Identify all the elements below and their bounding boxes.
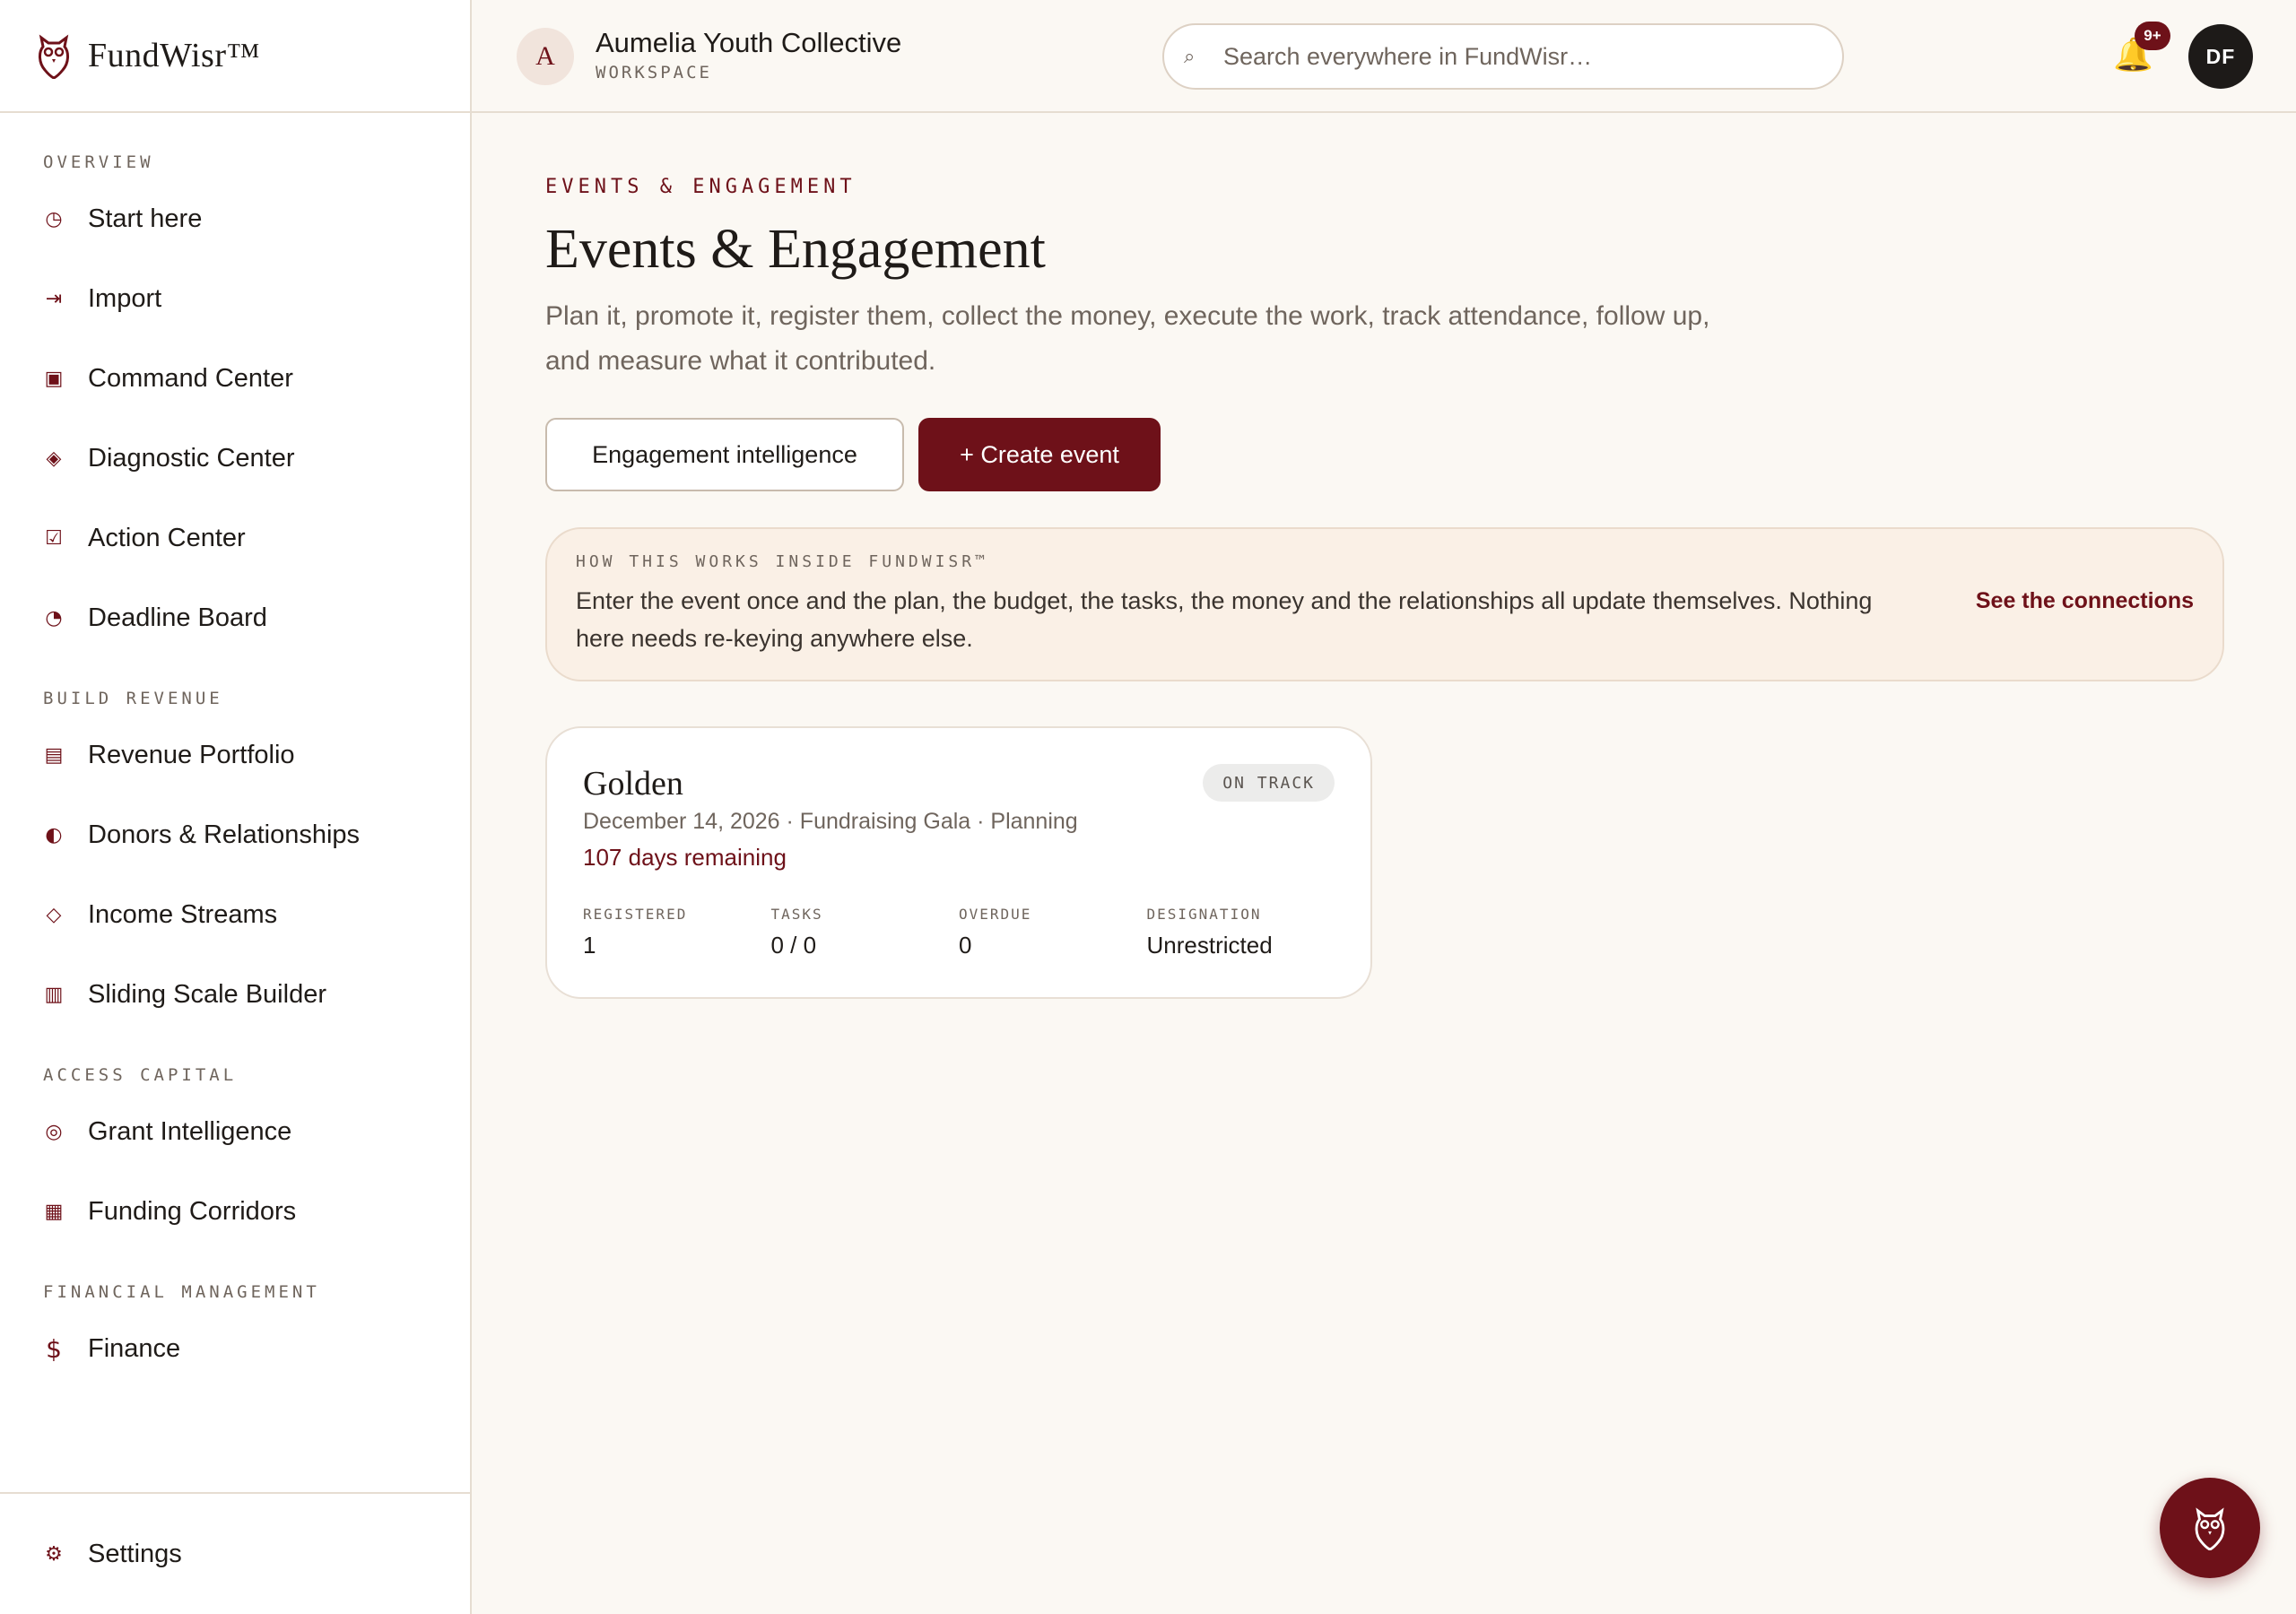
nav-heading: BUILD REVENUE	[43, 689, 223, 708]
brand[interactable]: FundWisr™	[0, 0, 470, 113]
sidebar-item-command-center[interactable]: ▣ Command Center	[0, 339, 470, 419]
sidebar-item-label: Diagnostic Center	[88, 444, 295, 473]
sidebar-item-label: Settings	[88, 1539, 182, 1568]
nav-heading: OVERVIEW	[43, 152, 154, 172]
sidebar-item-label: Funding Corridors	[88, 1197, 297, 1226]
create-event-button[interactable]: + Create event	[918, 418, 1161, 491]
assistant-fab-button[interactable]	[2160, 1478, 2260, 1578]
owl-logo-icon	[39, 34, 69, 79]
sidebar-item-finance[interactable]: $ Finance	[0, 1309, 470, 1389]
gear-icon: ⚙	[45, 1542, 63, 1566]
owl-icon	[2195, 1507, 2225, 1550]
nav-section-access-capital: ACCESS CAPITAL ◎ Grant Intelligence ▦ Fu…	[0, 1058, 470, 1252]
info-panel: HOW THIS WORKS INSIDE FUNDWISR™ Enter th…	[545, 527, 2224, 681]
half-circle-icon: ◐	[45, 824, 63, 846]
sidebar-nav: OVERVIEW ◷ Start here ⇥ Import ▣ Command…	[0, 113, 470, 1389]
sidebar-item-label: Grant Intelligence	[88, 1117, 292, 1146]
event-meta: December 14, 2026 · Fundraising Gala · P…	[583, 809, 1078, 834]
stat-designation: DESIGNATION Unrestricted	[1147, 906, 1335, 959]
sidebar-item-settings[interactable]: ⚙ Settings	[0, 1514, 182, 1594]
info-heading: HOW THIS WORKS INSIDE FUNDWISR™	[576, 552, 988, 571]
status-badge: ON TRACK	[1203, 764, 1335, 802]
stat-value: 0 / 0	[770, 932, 817, 959]
sidebar-item-income-streams[interactable]: ◇ Income Streams	[0, 875, 470, 955]
user-avatar[interactable]: DF	[2188, 24, 2253, 89]
stat-label: DESIGNATION	[1146, 906, 1262, 923]
stat-registered: REGISTERED 1	[583, 906, 771, 959]
dollar-icon: $	[46, 1334, 62, 1364]
sidebar-item-sliding-scale-builder[interactable]: ▥ Sliding Scale Builder	[0, 955, 470, 1035]
event-card[interactable]: Golden December 14, 2026 · Fundraising G…	[545, 726, 1372, 999]
sidebar-item-label: Revenue Portfolio	[88, 741, 295, 769]
import-arrow-icon: ⇥	[45, 288, 63, 310]
nav-section-build-revenue: BUILD REVENUE ▤ Revenue Portfolio ◐ Dono…	[0, 681, 470, 1035]
page-title: Events & Engagement	[545, 219, 1046, 280]
sidebar-item-label: Donors & Relationships	[88, 820, 361, 849]
page-description: Plan it, promote it, register them, coll…	[545, 301, 1710, 376]
sidebar-item-label: Action Center	[88, 524, 246, 552]
sidebar-item-revenue-portfolio[interactable]: ▤ Revenue Portfolio	[0, 716, 470, 795]
diamond-outline-icon: ◇	[46, 904, 62, 926]
see-connections-link[interactable]: See the connections	[1976, 588, 2194, 614]
stat-value: Unrestricted	[1146, 932, 1273, 959]
sidebar-item-label: Start here	[88, 204, 203, 233]
main-content: EVENTS & ENGAGEMENT Events & Engagement …	[545, 113, 2224, 999]
sidebar-item-deadline-board[interactable]: ◔ Deadline Board	[0, 578, 470, 658]
stat-tasks: TASKS 0 / 0	[771, 906, 960, 959]
sidebar-footer: ⚙ Settings	[0, 1492, 470, 1614]
sidebar-item-diagnostic-center[interactable]: ◈ Diagnostic Center	[0, 419, 470, 499]
clock-icon: ◷	[45, 208, 63, 230]
stat-overdue: OVERDUE 0	[959, 906, 1147, 959]
event-days-remaining: 107 days remaining	[583, 844, 787, 871]
diamond-icon: ◈	[46, 447, 62, 470]
checkbox-icon: ☑	[45, 527, 63, 550]
nav-heading: ACCESS CAPITAL	[43, 1065, 238, 1085]
stat-label: TASKS	[770, 906, 823, 923]
search-icon: ⌕	[1184, 45, 1196, 67]
sidebar-item-grant-intelligence[interactable]: ◎ Grant Intelligence	[0, 1092, 470, 1172]
nav-section-overview: OVERVIEW ◷ Start here ⇥ Import ▣ Command…	[0, 145, 470, 658]
list-icon: ▤	[44, 744, 64, 767]
engagement-intelligence-button[interactable]: Engagement intelligence	[545, 418, 904, 491]
sidebar-item-start-here[interactable]: ◷ Start here	[0, 179, 470, 259]
stat-value: 1	[583, 932, 596, 959]
stat-value: 0	[959, 932, 972, 959]
sidebar-item-label: Deadline Board	[88, 603, 267, 632]
brand-name: FundWisr™	[88, 37, 261, 74]
nav-section-financial-management: FINANCIAL MANAGEMENT $ Finance	[0, 1275, 470, 1389]
topbar: A Aumelia Youth Collective WORKSPACE ⌕ 🔔…	[472, 0, 2296, 113]
sidebar-item-action-center[interactable]: ☑ Action Center	[0, 499, 470, 578]
page-actions: Engagement intelligence + Create event	[545, 418, 2222, 491]
columns-icon: ▥	[44, 984, 64, 1006]
square-icon: ▣	[44, 368, 64, 390]
stat-label: OVERDUE	[959, 906, 1032, 923]
stat-label: REGISTERED	[583, 906, 688, 923]
event-stats: REGISTERED 1 TASKS 0 / 0 OVERDUE 0 DESIG…	[583, 906, 1335, 959]
pie-icon: ◔	[45, 607, 63, 629]
notification-badge: 9+	[2135, 22, 2170, 50]
sidebar-item-funding-corridors[interactable]: ▦ Funding Corridors	[0, 1172, 470, 1252]
sidebar-item-import[interactable]: ⇥ Import	[0, 259, 470, 339]
search-bar[interactable]: ⌕	[1162, 23, 1844, 90]
grid-icon: ▦	[44, 1201, 64, 1223]
info-text: Enter the event once and the plan, the b…	[576, 587, 1873, 652]
sidebar-item-label: Finance	[88, 1334, 181, 1363]
sidebar: FundWisr™ OVERVIEW ◷ Start here ⇥ Import…	[0, 0, 472, 1614]
workspace-label: WORKSPACE	[596, 63, 712, 82]
workspace-avatar[interactable]: A	[517, 28, 574, 85]
search-input[interactable]	[1223, 42, 1815, 71]
sidebar-item-donors-relationships[interactable]: ◐ Donors & Relationships	[0, 795, 470, 875]
sidebar-item-label: Command Center	[88, 364, 293, 393]
page-eyebrow: EVENTS & ENGAGEMENT	[545, 176, 857, 198]
nav-heading: FINANCIAL MANAGEMENT	[43, 1282, 320, 1302]
sidebar-item-label: Income Streams	[88, 900, 278, 929]
sidebar-item-label: Sliding Scale Builder	[88, 980, 326, 1009]
sidebar-item-label: Import	[88, 284, 162, 313]
target-icon: ◎	[45, 1121, 63, 1143]
workspace-name[interactable]: Aumelia Youth Collective	[596, 27, 901, 59]
